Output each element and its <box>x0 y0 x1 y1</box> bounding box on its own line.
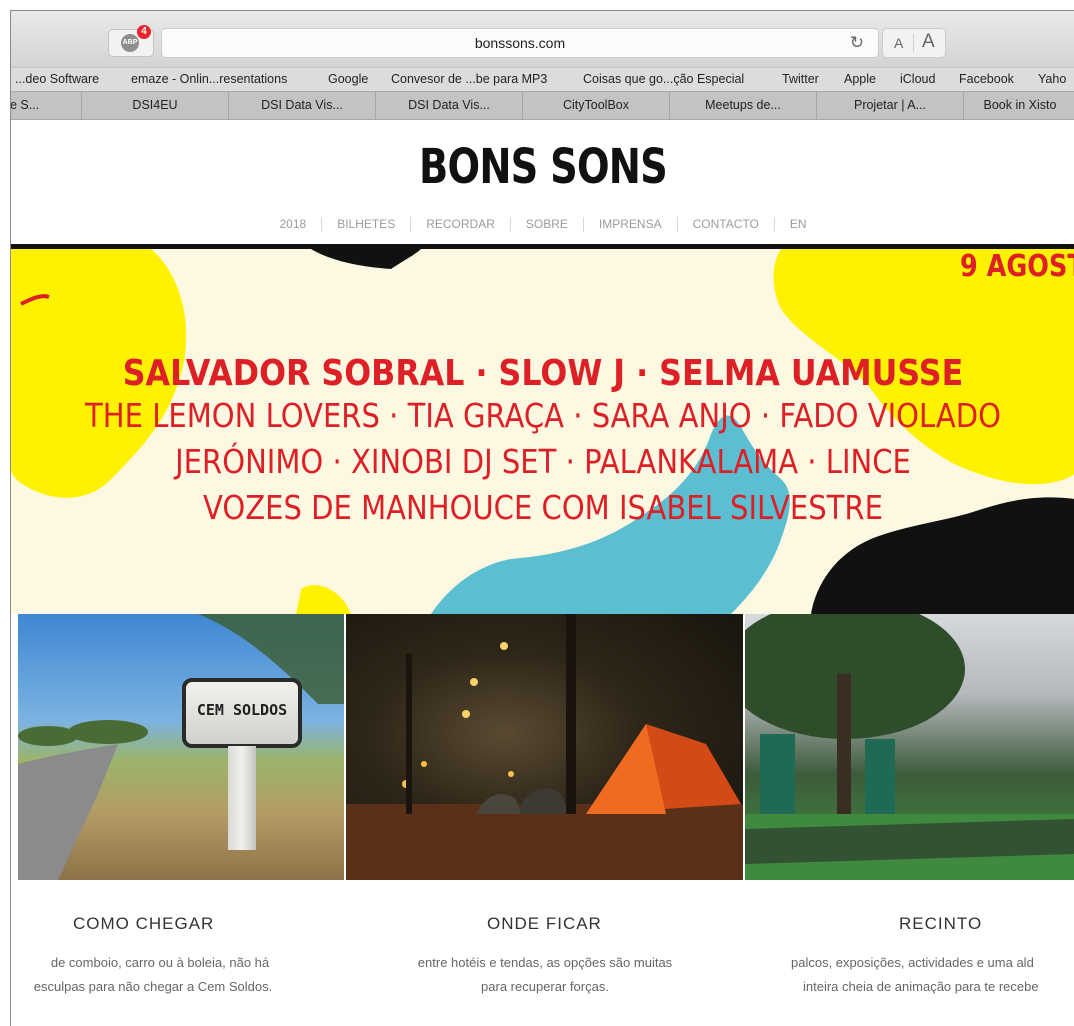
nav-item-imprensa[interactable]: IMPRENSA <box>584 217 677 231</box>
tab-item[interactable]: DSI Data Vis... <box>375 92 522 119</box>
column-desc-como-chegar: esculpas para não chegar a Cem Soldos. <box>33 979 273 994</box>
column-desc-onde-ficar: entre hotéis e tendas, as opções são mui… <box>417 955 673 970</box>
column-title-como-chegar[interactable]: COMO CHEGAR <box>73 914 214 934</box>
text-size-divider <box>913 34 914 52</box>
camping-scene <box>346 614 743 880</box>
adblock-button[interactable]: ABP 4 <box>108 25 154 57</box>
bookmark-item[interactable]: iCloud <box>900 72 935 86</box>
tab-item[interactable]: e S... <box>11 92 80 119</box>
column-desc-onde-ficar: para recuperar forças. <box>481 979 609 994</box>
address-bar[interactable]: bonssons.com ↻ <box>161 28 879 58</box>
tab-item[interactable]: DSI Data Vis... <box>228 92 375 119</box>
como-chegar-photo[interactable]: CEM SOLDOS <box>18 614 344 880</box>
bookmark-item[interactable]: Google <box>328 72 368 86</box>
nav-item-recordar[interactable]: RECORDAR <box>411 217 510 231</box>
bookmark-item[interactable]: ...deo Software <box>15 72 99 86</box>
column-desc-recinto: inteira cheia de animação para te recebe <box>803 979 1039 994</box>
nav-item-2018[interactable]: 2018 <box>264 217 321 231</box>
onde-ficar-photo[interactable] <box>346 614 743 880</box>
tab-item[interactable]: Book in Xisto <box>963 92 1074 119</box>
adblock-icon: ABP <box>121 34 139 52</box>
hero-banner[interactable]: 9 AGOST SALVADOR SOBRAL · SLOW J · SELMA… <box>11 249 1074 614</box>
festival-grounds-scene <box>745 614 1074 880</box>
bookmark-item[interactable]: Twitter <box>782 72 819 86</box>
column-desc-como-chegar: de comboio, carro ou à boleia, não há <box>50 955 270 970</box>
column-desc-recinto: palcos, exposições, actividades e uma al… <box>791 955 1034 970</box>
bookmark-item[interactable]: Yaho <box>1038 72 1066 86</box>
lineup-headliners: SALVADOR SOBRAL · SLOW J · SELMA UAMUSSE <box>122 353 964 394</box>
lineup-line: THE LEMON LOVERS · TIA GRAÇA · SARA ANJO… <box>85 396 1001 435</box>
bookmark-item[interactable]: Convesor de ...be para MP3 <box>391 72 547 86</box>
browser-window: ABP 4 bonssons.com ↻ A A ...deo Software… <box>10 10 1074 1026</box>
increase-text-size-button[interactable]: A <box>922 31 935 53</box>
lineup-line: JERÓNIMO · XINOBI DJ SET · PALANKALAMA ·… <box>175 442 911 481</box>
url-text: bonssons.com <box>474 35 566 51</box>
bookmarks-bar: ...deo Software emaze - Onlin...resentat… <box>11 67 1074 92</box>
text-size-controls: A A <box>882 28 946 58</box>
nav-item-language-en[interactable]: EN <box>775 217 822 231</box>
tab-item[interactable]: Meetups de... <box>669 92 816 119</box>
tab-item[interactable]: CityToolBox <box>522 92 669 119</box>
nav-item-contacto[interactable]: CONTACTO <box>678 217 774 231</box>
bookmark-item[interactable]: Facebook <box>959 72 1014 86</box>
cem-soldos-sign: CEM SOLDOS <box>182 678 302 748</box>
site-logo[interactable]: BONS SONS <box>117 139 968 195</box>
tab-bar: e S... DSI4EU DSI Data Vis... DSI Data V… <box>11 91 1074 120</box>
sign-text: CEM SOLDOS <box>196 701 288 719</box>
festival-date: 9 AGOST <box>960 249 1074 284</box>
tab-item[interactable]: DSI4EU <box>81 92 228 119</box>
lineup-line: VOZES DE MANHOUCE COM ISABEL SILVESTRE <box>203 488 883 527</box>
bookmark-item[interactable]: emaze - Onlin...resentations <box>131 72 287 86</box>
adblock-count-badge: 4 <box>137 25 151 39</box>
column-title-recinto[interactable]: RECINTO <box>899 914 982 934</box>
decrease-text-size-button[interactable]: A <box>894 35 903 51</box>
reload-icon[interactable]: ↻ <box>850 33 864 53</box>
nav-item-bilhetes[interactable]: BILHETES <box>322 217 410 231</box>
recinto-photo[interactable] <box>745 614 1074 880</box>
nav-item-sobre[interactable]: SOBRE <box>511 217 583 231</box>
main-navigation: 2018 BILHETES RECORDAR SOBRE IMPRENSA CONTACT… <box>11 217 1074 233</box>
bookmark-item[interactable]: Coisas que go...ção Especial <box>583 72 744 86</box>
bookmark-item[interactable]: Apple <box>844 72 876 86</box>
tab-item[interactable]: Projetar | A... <box>816 92 963 119</box>
sign-post <box>228 746 256 850</box>
browser-toolbar: ABP 4 bonssons.com ↻ A A <box>11 11 1074 67</box>
column-title-onde-ficar[interactable]: ONDE FICAR <box>487 914 602 934</box>
